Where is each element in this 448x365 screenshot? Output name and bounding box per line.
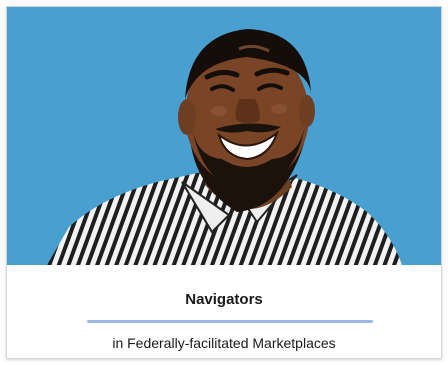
- navigator-card[interactable]: Navigators in Federally-facilitated Mark…: [6, 6, 442, 359]
- card-subtitle: in Federally-facilitated Marketplaces: [112, 335, 336, 351]
- title-divider: [87, 320, 373, 323]
- card-caption: Navigators in Federally-facilitated Mark…: [7, 265, 441, 358]
- navigator-portrait-image: [7, 7, 441, 265]
- card-title: Navigators: [185, 291, 263, 308]
